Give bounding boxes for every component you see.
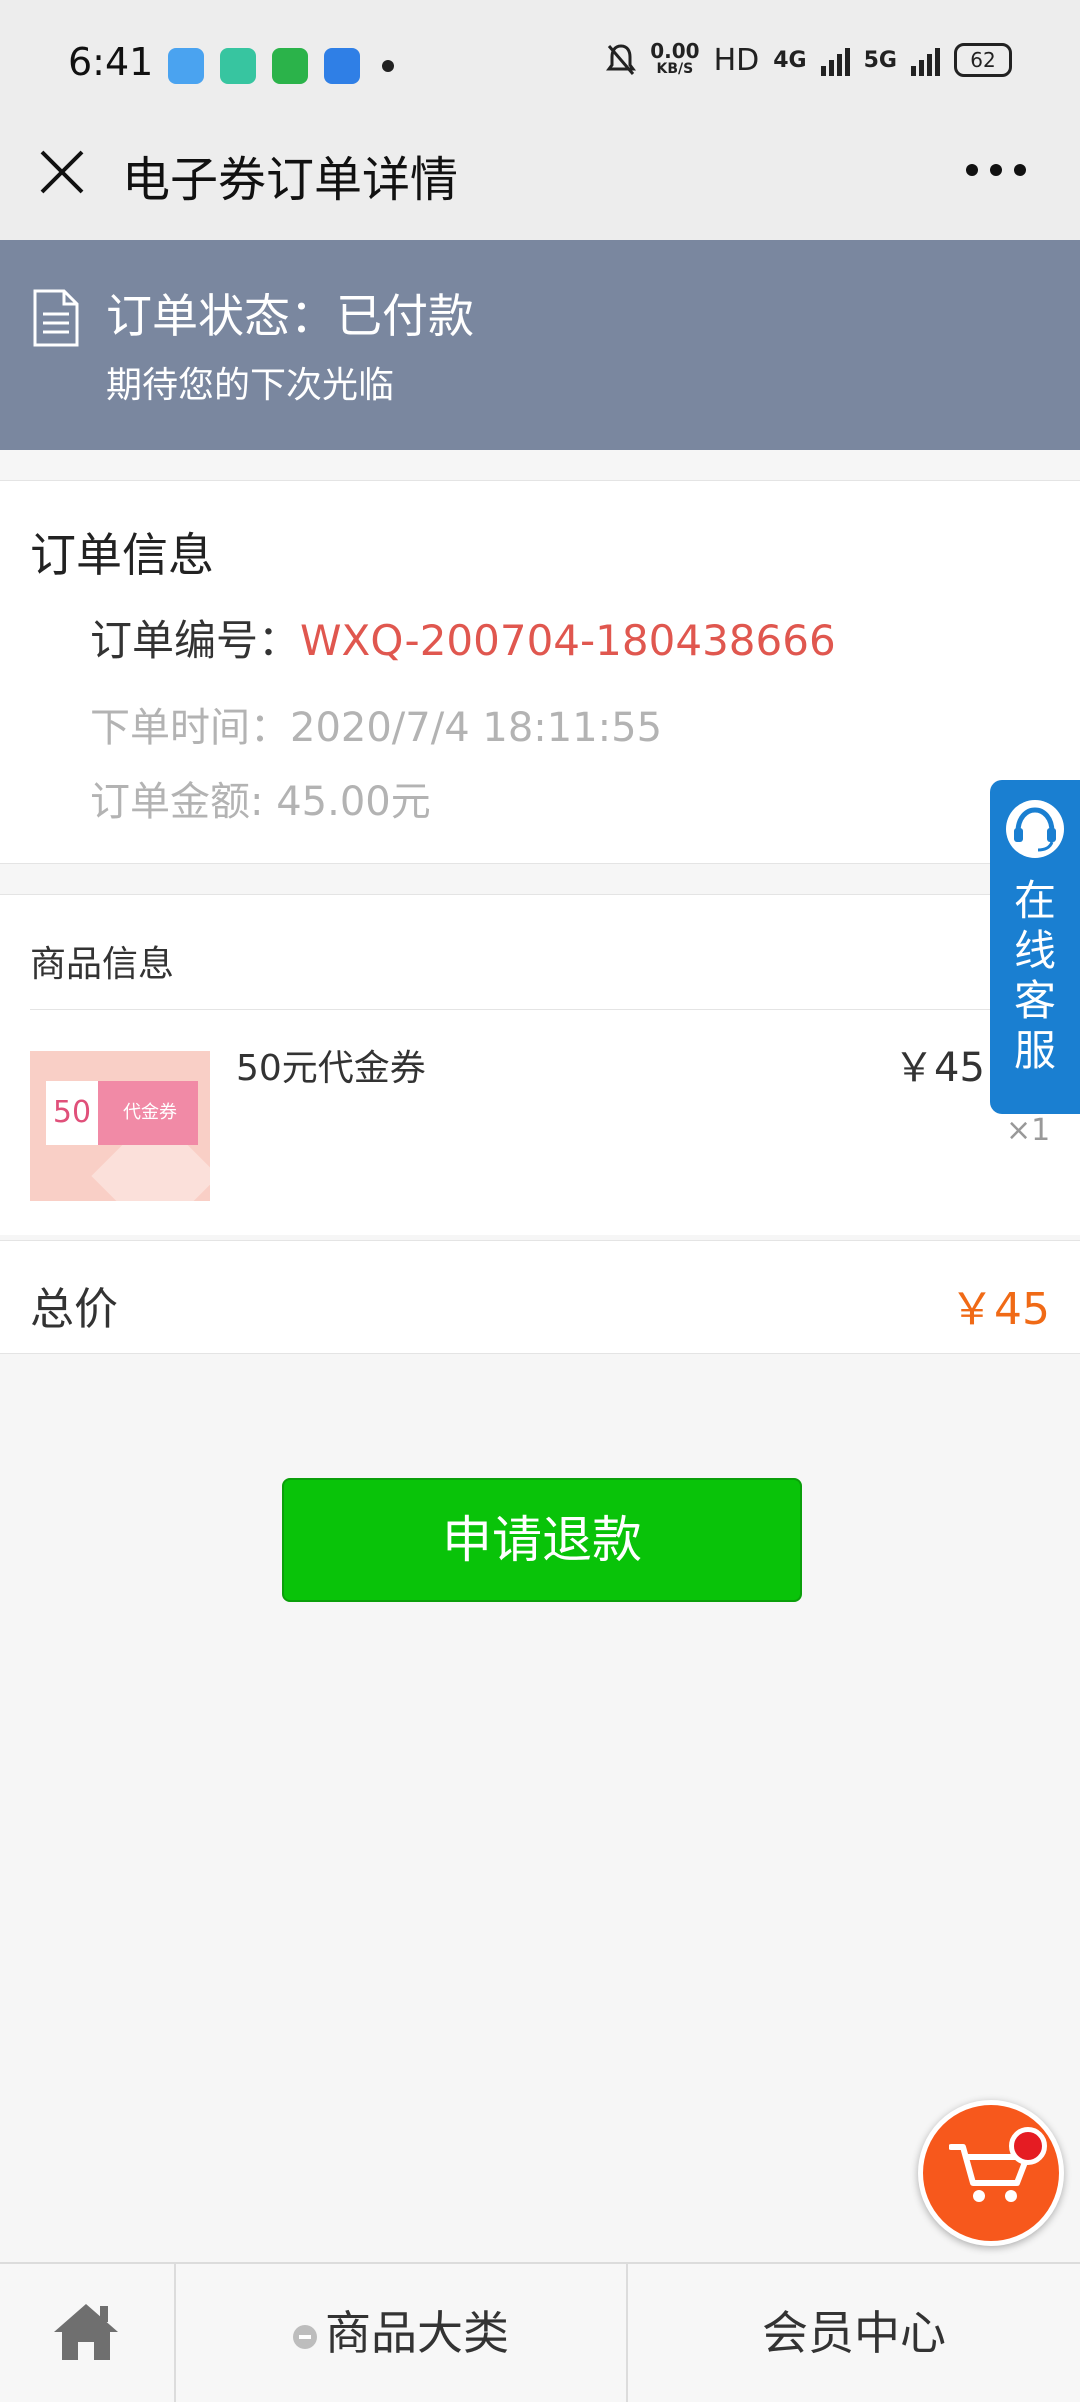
online-service-tab[interactable]: 在 线 客 服 (990, 780, 1080, 1114)
wechat-notification-icon (272, 48, 308, 84)
order-amount: 订单金额: 45.00元 (90, 769, 431, 827)
mute-icon (606, 44, 637, 75)
nav-category-label: 商品大类 (325, 2306, 509, 2360)
divider (30, 1009, 1080, 1010)
voucher-label: 代金券 (123, 1102, 177, 1123)
order-number: 订单编号：WXQ-200704-180438666 (90, 607, 836, 668)
message-notification-icon (220, 48, 256, 84)
total-row: 总价 ￥45 (0, 1240, 1080, 1354)
app-notification-icon (168, 48, 204, 84)
order-status-label: 订单状态： (106, 289, 336, 343)
product-quantity: ×1 (1006, 1113, 1051, 1148)
cart-badge (1009, 2127, 1047, 2165)
more-options-icon[interactable] (966, 164, 1026, 176)
product-price: ￥45 (894, 1045, 985, 1091)
close-icon[interactable] (34, 144, 90, 200)
nav-home[interactable] (0, 2264, 176, 2402)
page-title: 电子券订单详情 (122, 152, 459, 208)
browser-notification-icon (324, 48, 360, 84)
net-speed-value: 0.00 (650, 39, 700, 63)
status-indicators: 0.00 KB/S HD 4G 5G 62 (606, 39, 1012, 78)
more-notifications-icon (382, 60, 394, 72)
status-time: 6:41 (68, 40, 154, 84)
order-status: 订单状态：已付款 (106, 280, 474, 346)
order-amount-value: 45.00元 (276, 779, 431, 825)
document-icon (33, 289, 79, 347)
product-info-title: 商品信息 (30, 944, 175, 985)
order-number-label: 订单编号： (90, 616, 301, 665)
headset-icon (1006, 800, 1064, 858)
title-bar: 电子券订单详情 (0, 108, 1080, 240)
product-thumbnail[interactable]: 50 代金券 (30, 1051, 210, 1201)
signal-4g: 4G (773, 47, 807, 73)
net-speed-unit: KB/S (656, 61, 694, 77)
cart-button[interactable] (918, 2100, 1064, 2246)
network-speed: 0.00 KB/S (650, 39, 700, 78)
banner-subtitle: 期待您的下次光临 (106, 365, 395, 406)
home-icon (54, 2304, 118, 2360)
order-time-value: 2020/7/4 18:11:55 (290, 705, 663, 751)
order-info-title: 订单信息 (30, 528, 214, 582)
service-char: 客 (1013, 976, 1056, 1025)
order-status-value: 已付款 (336, 289, 474, 343)
refund-button[interactable]: 申请退款 (282, 1478, 802, 1602)
order-number-value: WXQ-200704-180438666 (300, 616, 836, 665)
order-time-label: 下单时间： (90, 705, 290, 751)
total-label: 总价 (30, 1284, 118, 1335)
voucher-ticket: 50 代金券 (46, 1081, 198, 1145)
nav-category[interactable]: 商品大类 (176, 2264, 628, 2402)
service-char: 线 (1013, 926, 1056, 975)
notification-icons (168, 48, 394, 84)
voucher-value: 50 (46, 1081, 98, 1145)
order-status-banner: 订单状态：已付款 期待您的下次光临 (0, 240, 1080, 450)
order-time: 下单时间：2020/7/4 18:11:55 (90, 695, 662, 753)
service-char: 服 (1013, 1026, 1056, 1075)
order-info-card: 订单信息 订单编号：WXQ-200704-180438666 下单时间：2020… (0, 480, 1080, 864)
total-value: ￥45 (950, 1284, 1050, 1335)
online-service-label: 在 线 客 服 (990, 876, 1080, 1076)
product-info-card: 商品信息 50 代金券 50元代金券 ￥45 ×1 (0, 894, 1080, 1235)
nav-member-center[interactable]: 会员中心 (628, 2264, 1080, 2402)
order-amount-label: 订单金额: (90, 779, 277, 825)
signal-bars-icon-2 (911, 44, 940, 76)
bottom-nav: 商品大类 会员中心 (0, 2262, 1080, 2402)
service-char: 在 (1013, 876, 1056, 925)
signal-bars-icon (820, 44, 850, 76)
signal-5g: 5G (863, 47, 897, 73)
collapse-icon (293, 2324, 317, 2349)
battery-icon: 62 (954, 43, 1012, 77)
hd-indicator: HD (713, 42, 760, 78)
product-name[interactable]: 50元代金券 (236, 1039, 426, 1091)
